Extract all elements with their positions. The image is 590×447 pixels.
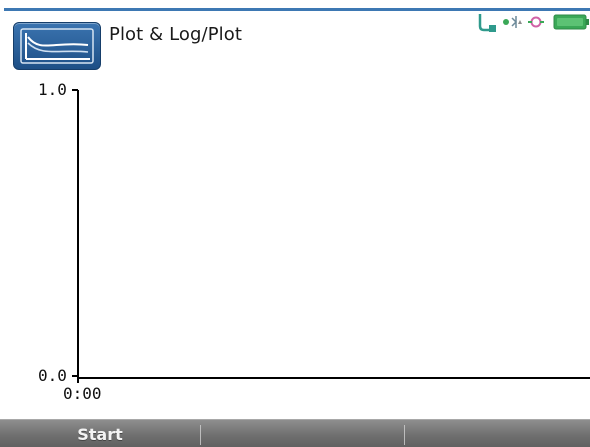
app-title: Plot & Log/Plot <box>109 24 243 45</box>
network-icon <box>478 14 496 32</box>
status-icons <box>478 10 590 36</box>
plot-log-icon[interactable] <box>13 22 101 70</box>
instrument-screen: Plot & Log/Plot 1.0 0.0 0:00 Start <box>0 0 590 447</box>
power-plug-icon <box>528 16 544 28</box>
softkey-3[interactable] <box>405 420 590 447</box>
softkey-2[interactable] <box>201 420 404 447</box>
bluetooth-icon <box>503 16 522 28</box>
x-axis-min-label: 0:00 <box>63 384 102 403</box>
y-axis-max-label: 1.0 <box>38 80 67 99</box>
start-button[interactable]: Start <box>0 420 200 447</box>
battery-icon <box>553 14 589 30</box>
y-axis-min-label: 0.0 <box>38 366 67 385</box>
softkey-bar: Start <box>0 419 590 447</box>
plot-area[interactable]: 1.0 0.0 0:00 <box>0 70 590 410</box>
